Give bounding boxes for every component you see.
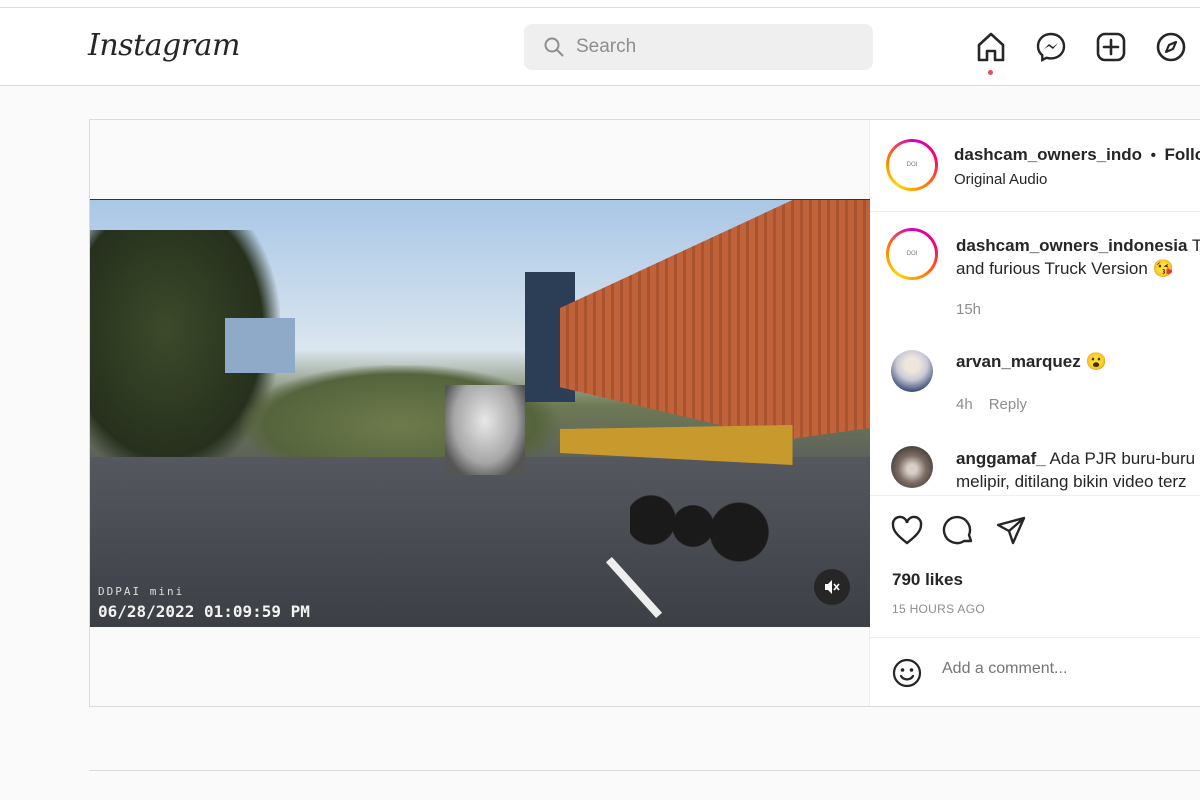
caption-text-line2: and furious Truck Version 😘 (956, 259, 1174, 278)
new-post-icon[interactable] (1094, 30, 1128, 64)
comment-username[interactable]: anggamaf_ (956, 449, 1046, 468)
explore-icon[interactable] (1154, 30, 1188, 64)
video-timestamp: 06/28/2022 01:09:59 PM (98, 602, 310, 621)
reply-button[interactable]: Reply (989, 396, 1027, 413)
commenter-avatar[interactable] (891, 446, 933, 488)
notification-dot (988, 70, 993, 75)
share-icon[interactable] (994, 514, 1028, 548)
caption-username[interactable]: dashcam_owners_indonesia (956, 236, 1187, 255)
video-scene-tanker (445, 385, 525, 475)
author-avatar[interactable]: DOI (886, 139, 938, 191)
mute-button[interactable] (814, 569, 850, 605)
browser-edge (0, 0, 1200, 8)
emoji-icon[interactable] (892, 658, 922, 688)
comment-item: anggamaf_ Ada PJR buru-buru (956, 449, 1195, 469)
divider (89, 770, 1200, 771)
video-scene-truck (560, 200, 870, 440)
comment-item: arvan_marquez 😮 (956, 352, 1107, 372)
comment-text-line2: melipir, ditilang bikin video terz (956, 472, 1187, 491)
like-icon[interactable] (890, 514, 924, 548)
post-header: DOI dashcam_owners_indo • Follow Origina… (870, 120, 1200, 212)
search-icon (544, 37, 564, 57)
video-player[interactable]: DDPAI mini 06/28/2022 01:09:59 PM (90, 199, 870, 627)
dashcam-brand: DDPAI mini (98, 585, 185, 598)
author-username[interactable]: dashcam_owners_indo (954, 145, 1142, 164)
comment-input[interactable] (942, 660, 1192, 678)
post-sidebar: DOI dashcam_owners_indo • Follow Origina… (870, 120, 1200, 706)
comment-time: 4h (956, 396, 973, 413)
avatar-logo: DOI (889, 231, 935, 277)
audio-label[interactable]: Original Audio (954, 171, 1047, 188)
caption-time: 15h (956, 301, 982, 318)
video-scene-wheels (630, 460, 770, 580)
post-time: 15 HOURS AGO (892, 602, 985, 616)
home-icon[interactable] (974, 30, 1008, 64)
comment-text: 😮 (1085, 352, 1107, 371)
likes-count[interactable]: 790 likes (892, 570, 963, 590)
commenter-avatar[interactable] (891, 350, 933, 392)
top-nav: Instagram (0, 8, 1200, 86)
post-media: DDPAI mini 06/28/2022 01:09:59 PM (90, 120, 870, 706)
comment-icon[interactable] (942, 514, 976, 548)
messenger-icon[interactable] (1034, 30, 1068, 64)
post-actions: 790 likes 15 HOURS AGO (870, 496, 1200, 638)
comments-list[interactable]: DOI dashcam_owners_indonesia Th and furi… (870, 212, 1200, 496)
comment-username[interactable]: arvan_marquez (956, 352, 1081, 371)
separator: • (1150, 147, 1157, 164)
instagram-logo[interactable]: Instagram (88, 28, 240, 63)
avatar-logo: DOI (889, 142, 935, 188)
comment-text: Ada PJR buru-buru (1049, 449, 1196, 468)
search-input[interactable] (576, 36, 856, 58)
add-comment-bar (870, 638, 1200, 706)
caption-text: Th (1192, 236, 1200, 255)
search-box[interactable] (524, 24, 873, 70)
muted-speaker-icon (825, 580, 840, 594)
follow-button[interactable]: Follow (1165, 145, 1200, 164)
post-card: DDPAI mini 06/28/2022 01:09:59 PM DOI da… (89, 119, 1200, 707)
caption-avatar[interactable]: DOI (886, 228, 938, 280)
